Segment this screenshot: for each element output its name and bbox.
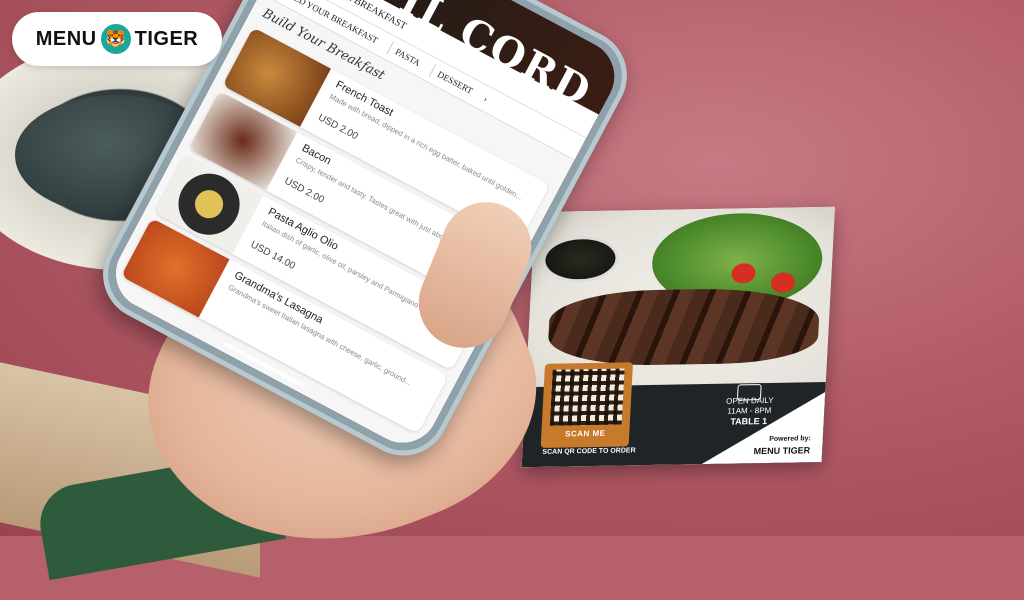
sauce-bowl (541, 235, 620, 283)
logo-text-right: TIGER (134, 27, 199, 50)
sliced-steak (546, 287, 821, 367)
scan-me-label: SCAN ME (564, 428, 606, 439)
hours-label: 11AM - 8PM (727, 405, 772, 416)
powered-by-label: Powered by: (769, 435, 811, 443)
table-label: TABLE 1 (730, 415, 768, 427)
chevron-right-icon[interactable]: › (482, 94, 489, 104)
qr-code[interactable] (549, 368, 625, 426)
menu-tiger-logo: MENU 🐯 TIGER (12, 12, 222, 66)
photo-scene: SCAN ME SCAN QR CODE TO ORDER OPEN DAILY… (0, 0, 1024, 600)
table-tent-card: SCAN ME SCAN QR CODE TO ORDER OPEN DAILY… (521, 206, 835, 468)
tiger-head-icon: 🐯 (100, 24, 131, 54)
steak-photo (525, 206, 835, 388)
powered-by-brand: MENU TIGER (753, 445, 811, 457)
open-daily-info: OPEN DAILY 11AM - 8PM TABLE 1 (719, 396, 781, 427)
qr-code-block[interactable]: SCAN ME (540, 362, 634, 448)
logo-text-left: MENU (35, 27, 97, 50)
